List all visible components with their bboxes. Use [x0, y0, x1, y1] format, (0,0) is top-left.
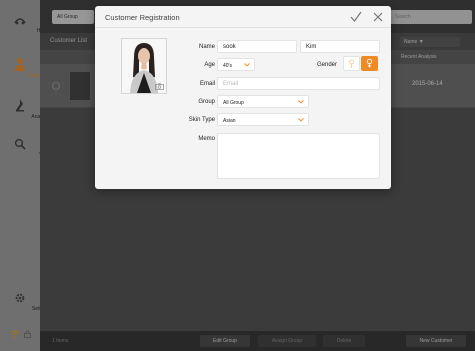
- dialog-title: Customer Registration: [105, 13, 180, 22]
- group-select-value: All Group: [223, 100, 244, 106]
- group-label: Group: [198, 99, 215, 105]
- gender-male-button[interactable]: [343, 56, 360, 71]
- gender-label: Gender: [316, 62, 337, 68]
- customer-photo[interactable]: [121, 38, 167, 94]
- age-label: Age: [204, 62, 215, 68]
- chevron-down-icon: [244, 63, 250, 67]
- email-field[interactable]: Email: [217, 77, 380, 90]
- customer-registration-dialog: Customer Registration Name Age Gender Em…: [95, 6, 391, 189]
- female-icon: [366, 58, 373, 68]
- memo-textarea[interactable]: [217, 133, 380, 179]
- first-name-field[interactable]: sook: [217, 40, 297, 53]
- camera-icon[interactable]: [155, 83, 164, 90]
- gender-female-button[interactable]: [361, 56, 378, 71]
- chevron-down-icon: [298, 118, 304, 122]
- memo-label: Memo: [198, 136, 215, 142]
- skin-type-select[interactable]: Asian: [217, 113, 309, 126]
- chevron-down-icon: [298, 100, 304, 104]
- check-icon[interactable]: [349, 10, 363, 24]
- skin-type-select-value: Asian: [223, 118, 236, 124]
- last-name-field[interactable]: Kim: [300, 40, 380, 53]
- age-select[interactable]: 40's: [217, 58, 255, 71]
- name-label: Name: [198, 44, 215, 50]
- group-select[interactable]: All Group: [217, 95, 309, 108]
- dialog-header: Customer Registration: [95, 6, 391, 28]
- email-label: Email: [199, 81, 215, 87]
- male-icon: [349, 59, 354, 68]
- close-icon[interactable]: [371, 10, 385, 24]
- age-select-value: 40's: [223, 63, 233, 69]
- skin-type-label: Skin Type: [188, 117, 215, 123]
